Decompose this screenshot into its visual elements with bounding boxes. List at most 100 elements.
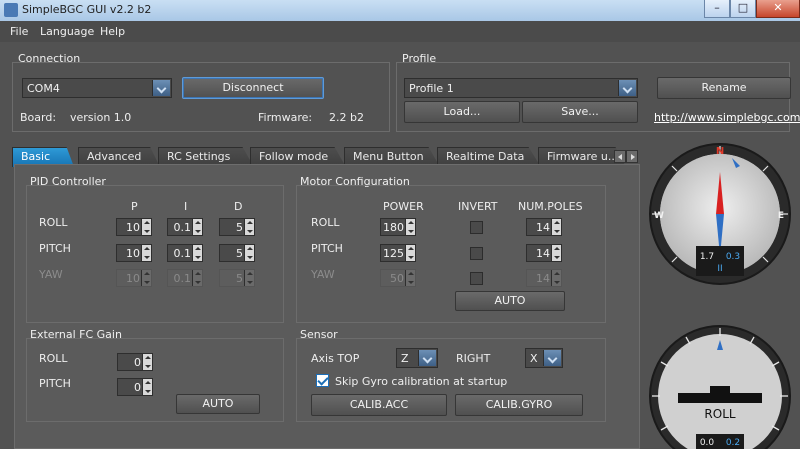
spinner-arrows-icon[interactable] [141,245,151,261]
motor-row-label: ROLL [311,216,340,229]
tab-scroll-right-icon[interactable] [626,150,638,163]
extfc-pitch-spinner[interactable]: 0 [117,378,153,396]
spinner-arrows-icon[interactable] [141,219,151,235]
compass-left-value: 1.7 [700,252,714,262]
pid-pitch-p[interactable]: 10 [116,244,152,262]
roll-horizon-center [710,386,730,394]
spinner-value: 14 [536,272,550,285]
spinner-value: 180 [383,221,404,234]
app-icon [4,3,18,17]
menu-file[interactable]: File [10,25,28,38]
spinner-arrows-icon[interactable] [551,219,561,235]
spinner-arrows-icon [244,270,254,286]
motor-pitch-power[interactable]: 125 [380,244,416,262]
pid-pitch-d[interactable]: 5 [219,244,255,262]
motor-roll-power[interactable]: 180 [380,218,416,236]
motor-header-invert: INVERT [458,200,498,213]
spinner-value: 0.1 [173,221,192,234]
chevron-down-icon [152,80,170,96]
roll-label: ROLL [704,407,735,421]
port-select[interactable]: COM4 [22,78,172,98]
load-button[interactable]: Load... [404,101,520,123]
pid-roll-d[interactable]: 5 [219,218,255,236]
tab-scroll-left-icon[interactable] [614,150,626,163]
disconnect-button[interactable]: Disconnect [182,77,324,99]
spinner-value: 5 [236,272,243,285]
motor-pitch-poles[interactable]: 14 [526,244,562,262]
compass-indicator: II [717,264,722,274]
profile-value: Profile 1 [409,82,454,95]
spinner-arrows-icon[interactable] [551,245,561,261]
close-button[interactable]: ✕ [756,0,800,18]
pid-header-p: P [131,200,138,213]
motor-yaw-invert-checkbox[interactable] [470,272,483,285]
rename-button[interactable]: Rename [657,77,791,99]
compass-gauge: N W E 1.7 0.3 II [649,143,791,285]
spinner-arrows-icon[interactable] [192,245,202,261]
motor-roll-poles[interactable]: 14 [526,218,562,236]
roll-horizon-bar [678,393,762,403]
pid-row-label: ROLL [39,216,68,229]
chevron-down-icon [618,80,636,96]
spinner-value: 0.1 [173,272,192,285]
spinner-value: 10 [126,272,140,285]
menu-language[interactable]: Language [40,25,94,38]
spinner-arrows-icon[interactable] [244,245,254,261]
spinner-arrows-icon [192,270,202,286]
pid-roll-i[interactable]: 0.1 [167,218,203,236]
spinner-arrows-icon [141,270,151,286]
calib-gyro-button[interactable]: CALIB.GYRO [455,394,583,416]
profile-select[interactable]: Profile 1 [404,78,638,98]
spinner-arrows-icon[interactable] [244,219,254,235]
spinner-value: 10 [126,247,140,260]
maximize-button[interactable]: □ [730,0,756,18]
motor-roll-invert-checkbox[interactable] [470,221,483,234]
gauges-svg: N W E 1.7 0.3 II ROLL 0.0 0.2 [649,143,791,449]
spinner-value: 5 [236,221,243,234]
compass-right-value: 0.3 [726,252,740,262]
spinner-value: 14 [536,221,550,234]
spinner-arrows-icon[interactable] [142,354,152,370]
save-button[interactable]: Save... [522,101,638,123]
spinner-value: 125 [383,247,404,260]
motor-yaw-power: 50 [380,269,416,287]
menu-help[interactable]: Help [100,25,125,38]
pid-yaw-d: 5 [219,269,255,287]
pid-header-i: I [184,200,188,213]
pid-yaw-p: 10 [116,269,152,287]
firmware-value: 2.2 b2 [329,111,364,124]
chevron-down-icon [418,350,436,366]
skip-gyro-checkbox[interactable] [316,374,329,387]
skip-gyro-label: Skip Gyro calibration at startup [335,375,508,388]
board-label: Board: [20,111,57,124]
spinner-value: 0 [134,381,141,394]
pid-pitch-i[interactable]: 0.1 [167,244,203,262]
motor-pitch-invert-checkbox[interactable] [470,247,483,260]
compass-n: N [716,146,724,157]
motor-auto-button[interactable]: AUTO [455,291,565,311]
motor-header-power: POWER [383,200,424,213]
spinner-value: 10 [126,221,140,234]
pid-row-label: PITCH [39,242,71,255]
port-value: COM4 [27,82,60,95]
spinner-arrows-icon[interactable] [405,219,415,235]
axis-top-select[interactable]: Z [396,348,438,368]
extfc-auto-button[interactable]: AUTO [176,394,260,414]
right-select[interactable]: X [525,348,563,368]
pid-roll-p[interactable]: 10 [116,218,152,236]
gauge-panel: N W E 1.7 0.3 II ROLL 0.0 0.2 [640,142,800,449]
extfc-roll-spinner[interactable]: 0 [117,353,153,371]
website-link[interactable]: http://www.simplebgc.com [654,111,800,124]
axis-top-label: Axis TOP [311,352,360,365]
spinner-arrows-icon[interactable] [405,245,415,261]
minimize-button[interactable]: – [704,0,730,18]
extfc-roll-label: ROLL [39,352,68,365]
spinner-arrows-icon[interactable] [142,379,152,395]
spinner-arrows-icon[interactable] [192,219,202,235]
pid-header-d: D [234,200,243,213]
spinner-arrows-icon [405,270,415,286]
calib-acc-button[interactable]: CALIB.ACC [311,394,447,416]
axis-top-value: Z [401,352,409,365]
menu-bar: File Language Help [0,21,800,42]
right-value: X [530,352,538,365]
